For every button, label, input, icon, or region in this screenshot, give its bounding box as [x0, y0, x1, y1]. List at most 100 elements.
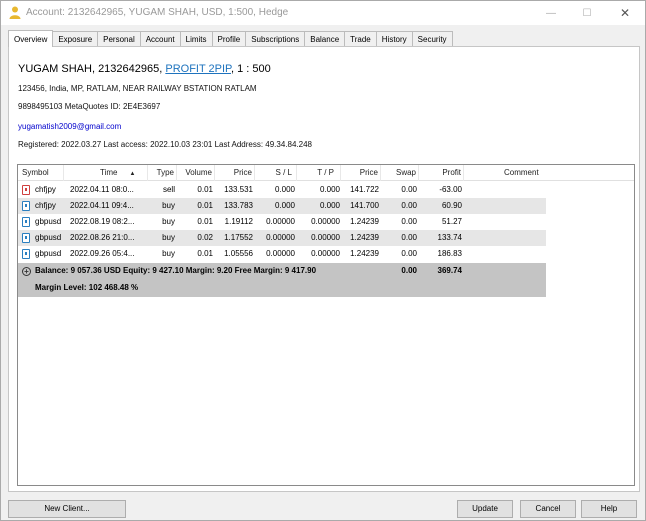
tab-trade[interactable]: Trade: [345, 31, 377, 47]
header-current-price[interactable]: Price: [341, 165, 381, 181]
row-price: 1.05556: [224, 249, 253, 258]
row-current-price: 1.24239: [350, 249, 379, 258]
close-icon[interactable]: ✕: [605, 1, 645, 25]
row-price: 1.19112: [224, 217, 253, 226]
window-title: Account: 2132642965, YUGAM SHAH, USD, 1:…: [26, 7, 289, 18]
positions-table: Symbol Time ▲ Type Volume Price S / L T /…: [17, 164, 635, 486]
buy-order-icon: [22, 217, 30, 227]
tab-history[interactable]: History: [376, 31, 413, 47]
row-sl: 0.00000: [266, 233, 295, 242]
title-bar: Account: 2132642965, YUGAM SHAH, USD, 1:…: [1, 1, 645, 25]
row-swap: 0.00: [401, 201, 417, 210]
user-icon: [9, 6, 21, 19]
header-volume[interactable]: Volume: [177, 165, 215, 181]
tab-account[interactable]: Account: [140, 31, 181, 47]
minimize-icon[interactable]: —: [531, 1, 571, 25]
leverage-text: , 1 : 500: [230, 63, 271, 75]
account-window: Account: 2132642965, YUGAM SHAH, USD, 1:…: [0, 0, 646, 521]
row-time: 2022.08.19 08:2...: [70, 217, 135, 226]
row-sl: 0.000: [274, 201, 295, 210]
row-tp: 0.000: [319, 185, 340, 194]
row-price: 133.531: [224, 185, 253, 194]
row-tp: 0.000: [319, 201, 340, 210]
row-comment: [464, 198, 544, 214]
overview-panel: YUGAM SHAH, 2132642965, PROFIT 2PIP, 1 :…: [8, 46, 640, 492]
header-price[interactable]: Price: [215, 165, 255, 181]
tab-limits[interactable]: Limits: [180, 31, 213, 47]
buy-order-icon: [22, 233, 30, 243]
header-type[interactable]: Type: [148, 165, 177, 181]
email-link[interactable]: yugamatish2009@gmail.com: [18, 122, 121, 131]
phone-text: 9898495103 MetaQuotes ID: 2E4E3697: [18, 102, 161, 111]
row-profit: -63.00: [439, 185, 462, 194]
row-symbol: gbpusd: [35, 249, 62, 258]
help-button[interactable]: Help: [581, 500, 637, 518]
account-header: YUGAM SHAH, 2132642965, PROFIT 2PIP, 1 :…: [18, 63, 271, 75]
row-volume: 0.01: [197, 249, 213, 258]
header-time[interactable]: Time ▲: [64, 165, 148, 181]
row-profit: 60.90: [441, 201, 462, 210]
row-profit: 133.74: [437, 233, 462, 242]
header-time-label: Time: [100, 168, 118, 177]
row-sl: 0.00000: [266, 249, 295, 258]
buy-order-icon: [22, 201, 30, 211]
row-comment: [464, 214, 544, 230]
table-row[interactable]: gbpusd 2022.08.19 08:2... buy 0.01 1.191…: [18, 214, 546, 230]
sell-order-icon: [22, 185, 30, 195]
row-comment: [464, 230, 544, 246]
header-sl[interactable]: S / L: [255, 165, 297, 181]
row-swap: 0.00: [401, 249, 417, 258]
row-current-price: 141.722: [350, 185, 379, 194]
header-tp[interactable]: T / P: [297, 165, 341, 181]
row-sl: 0.00000: [266, 217, 295, 226]
tab-subscriptions[interactable]: Subscriptions: [246, 31, 306, 47]
row-volume: 0.02: [197, 233, 213, 242]
tab-overview[interactable]: Overview: [8, 30, 54, 47]
row-current-price: 1.24239: [350, 217, 379, 226]
row-profit: 51.27: [441, 217, 462, 226]
tab-exposure[interactable]: Exposure: [53, 31, 99, 47]
row-type: buy: [162, 249, 175, 258]
row-type: buy: [162, 233, 175, 242]
tab-bar: Overview Exposure Personal Account Limit…: [8, 30, 453, 47]
header-comment[interactable]: Comment: [464, 165, 634, 181]
update-button[interactable]: Update: [457, 500, 513, 518]
row-profit: 186.83: [437, 249, 462, 258]
maximize-icon[interactable]: ☐: [567, 1, 607, 25]
registration-text: Registered: 2022.03.27 Last access: 2022…: [18, 140, 312, 149]
row-time: 2022.04.11 09:4...: [70, 201, 134, 210]
row-symbol: chfjpy: [35, 201, 56, 210]
row-symbol: gbpusd: [35, 233, 62, 242]
header-swap[interactable]: Swap: [381, 165, 419, 181]
header-symbol[interactable]: Symbol: [18, 165, 64, 181]
table-row[interactable]: chfjpy 2022.04.11 09:4... buy 0.01 133.7…: [18, 198, 546, 214]
tab-personal[interactable]: Personal: [98, 31, 141, 47]
row-swap: 0.00: [401, 233, 417, 242]
row-current-price: 141.700: [350, 201, 379, 210]
header-profit[interactable]: Profit: [419, 165, 464, 181]
row-comment: [464, 246, 544, 262]
summary-balance-line: Balance: 9 057.36 USD Equity: 9 427.10 M…: [35, 266, 317, 275]
summary-profit-total: 369.74: [437, 266, 462, 275]
row-symbol: chfjpy: [35, 185, 56, 194]
group-link[interactable]: PROFIT 2PIP: [165, 63, 231, 75]
table-row[interactable]: chfjpy 2022.04.11 08:0... sell 0.01 133.…: [18, 182, 546, 198]
collapse-plus-icon[interactable]: +: [22, 267, 31, 276]
row-type: buy: [162, 217, 175, 226]
tab-security[interactable]: Security: [412, 31, 453, 47]
cancel-button[interactable]: Cancel: [520, 500, 576, 518]
account-name: YUGAM SHAH, 2132642965,: [18, 63, 166, 75]
summary-row[interactable]: + Balance: 9 057.36 USD Equity: 9 427.10…: [18, 263, 546, 297]
table-row[interactable]: gbpusd 2022.08.26 21:0... buy 0.02 1.175…: [18, 230, 546, 246]
table-row[interactable]: gbpusd 2022.09.26 05:4... buy 0.01 1.055…: [18, 246, 546, 262]
new-client-button[interactable]: New Client...: [8, 500, 126, 518]
row-type: sell: [162, 185, 175, 194]
tab-balance[interactable]: Balance: [305, 31, 346, 47]
row-volume: 0.01: [197, 201, 213, 210]
row-swap: 0.00: [401, 185, 417, 194]
row-swap: 0.00: [401, 217, 417, 226]
row-volume: 0.01: [197, 217, 213, 226]
row-type: buy: [162, 201, 175, 210]
tab-profile[interactable]: Profile: [212, 31, 247, 47]
row-time: 2022.08.26 21:0...: [70, 233, 135, 242]
